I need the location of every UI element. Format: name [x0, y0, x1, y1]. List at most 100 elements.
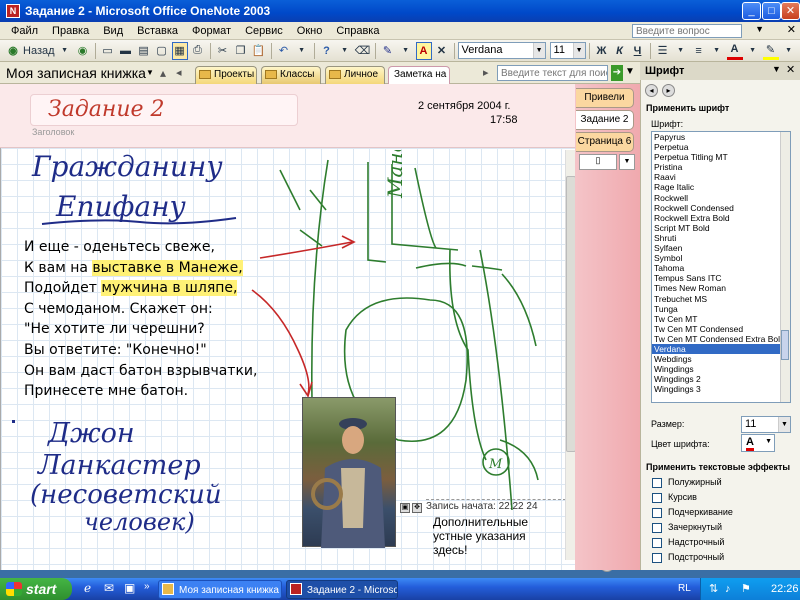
paste-icon[interactable]: 📋 — [251, 42, 267, 60]
notebook-dropdown-icon[interactable]: ▼ — [146, 68, 154, 77]
effect-checkbox[interactable] — [652, 493, 662, 503]
font-list-item[interactable]: Symbol — [652, 253, 790, 263]
options-dropdown-icon[interactable]: ▼ — [337, 42, 353, 60]
font-list-item[interactable]: Wingdings 3 — [652, 384, 790, 394]
section-tab-personal[interactable]: Личное — [325, 66, 385, 84]
effect-checkbox[interactable] — [652, 478, 662, 488]
font-list-item[interactable]: Tw Cen MT Condensed Extra Bold — [652, 334, 790, 344]
close-doc-icon[interactable]: ✕ — [787, 23, 796, 36]
font-list-scrollbar[interactable] — [780, 132, 790, 402]
note-handle-icon[interactable]: ▣ — [400, 503, 410, 513]
new-page-tab-icon[interactable]: ▯ — [579, 154, 617, 170]
page-tab-page6[interactable]: Страница 6 — [576, 132, 634, 152]
font-list-item[interactable]: Trebuchet MS — [652, 294, 790, 304]
full-page-icon[interactable]: ▢ — [154, 42, 170, 60]
forward-icon[interactable]: ◉ — [75, 42, 91, 60]
close-button[interactable]: ✕ — [781, 2, 800, 20]
page-tab-privedi[interactable]: Привели — [576, 88, 634, 108]
font-list-item[interactable]: Tw Cen MT — [652, 314, 790, 324]
font-list-item[interactable]: Tunga — [652, 304, 790, 314]
cut-icon[interactable]: ✂ — [215, 42, 231, 60]
volume-icon[interactable]: ♪ — [725, 578, 731, 600]
minimize-button[interactable]: _ — [742, 2, 761, 20]
font-list-item[interactable]: Wingdings — [652, 364, 790, 374]
task-pane-close-icon[interactable]: ✕ — [786, 63, 795, 76]
font-size-select[interactable]: 11 ▼ — [549, 42, 586, 59]
notebook-up-icon[interactable]: ▴ — [160, 66, 166, 80]
tabs-scroll-right-icon[interactable]: ▸ — [483, 66, 489, 79]
handwritten-sign-line[interactable]: Ланкастер — [38, 450, 201, 481]
font-list-item[interactable]: Rage Italic — [652, 182, 790, 192]
menu-file[interactable]: Файл — [4, 25, 45, 37]
network-icon[interactable]: ⇅ — [709, 578, 718, 600]
pen-dropdown-icon[interactable]: ▼ — [398, 42, 414, 60]
italic-button[interactable]: К — [612, 42, 628, 60]
help-search-input[interactable] — [632, 24, 742, 38]
undo-icon[interactable]: ↶ — [276, 42, 292, 60]
font-list-item[interactable]: Rockwell Extra Bold — [652, 213, 790, 223]
menu-window[interactable]: Окно — [290, 25, 330, 37]
menu-help[interactable]: Справка — [329, 25, 386, 37]
task-pane-menu-icon[interactable]: ▼ — [772, 64, 781, 74]
pen-icon[interactable]: ✎ — [380, 42, 396, 60]
font-list-item[interactable]: Script MT Bold — [652, 223, 790, 233]
font-list-item[interactable]: Pristina — [652, 162, 790, 172]
font-list-item[interactable]: Shruti — [652, 233, 790, 243]
maximize-button[interactable]: □ — [762, 2, 781, 20]
effect-checkbox[interactable] — [652, 538, 662, 548]
highlighter-icon[interactable]: A — [415, 41, 432, 60]
help-icon[interactable]: ? — [319, 42, 335, 60]
notebook-name[interactable]: Моя записная книжка — [6, 65, 146, 81]
bold-button[interactable]: Ж — [594, 42, 610, 60]
outlook-quicklaunch-icon[interactable]: ✉ — [104, 581, 114, 595]
font-list-item[interactable]: Webdings — [652, 354, 790, 364]
font-dropdown-icon[interactable]: ▼ — [532, 43, 545, 58]
font-list-item[interactable]: Papyrus — [652, 132, 790, 142]
new-page-dropdown-icon[interactable]: ▼ — [619, 154, 635, 170]
font-list-item[interactable]: Tahoma — [652, 263, 790, 273]
font-list-item[interactable]: Verdana — [652, 343, 790, 355]
underline-button[interactable]: Ч — [630, 42, 646, 60]
menu-format[interactable]: Формат — [185, 25, 238, 37]
menu-view[interactable]: Вид — [96, 25, 130, 37]
undo-dropdown-icon[interactable]: ▼ — [294, 42, 310, 60]
font-list-item[interactable]: Tw Cen MT Condensed — [652, 324, 790, 334]
search-go-icon[interactable]: ➔ — [611, 65, 623, 81]
menu-tools[interactable]: Сервис — [238, 25, 290, 37]
bullets-icon[interactable]: ☰ — [655, 42, 671, 60]
back-arrow-icon[interactable]: ◉ — [5, 42, 21, 60]
taskbar-item-notebook[interactable]: Моя записная книжка — [158, 580, 282, 599]
font-color-picker[interactable]: A ▼ — [741, 434, 775, 452]
print-icon[interactable]: ⎙ — [190, 42, 206, 60]
page-title[interactable]: Задание 2 — [48, 97, 165, 122]
pane-size-select[interactable]: 11 ▼ — [741, 416, 791, 433]
handwritten-sign-line[interactable]: человек) — [84, 508, 195, 536]
quicklaunch-more-icon[interactable]: » — [144, 581, 150, 592]
numbering-dropdown-icon[interactable]: ▼ — [709, 42, 725, 60]
font-list-item[interactable]: Raavi — [652, 172, 790, 182]
security-icon[interactable]: ⚑ — [741, 578, 751, 600]
back-button[interactable]: Назад — [23, 42, 55, 60]
effect-checkbox[interactable] — [652, 508, 662, 518]
font-list-item[interactable]: Sylfaen — [652, 243, 790, 253]
eraser-icon[interactable]: ⌫ — [355, 42, 371, 60]
pane-forward-icon[interactable]: ▸ — [662, 84, 675, 97]
font-name-select[interactable]: Verdana ▼ — [457, 42, 546, 59]
copy-icon[interactable]: ❐ — [233, 42, 249, 60]
effect-checkbox[interactable] — [652, 553, 662, 563]
handwritten-sign-line[interactable]: (несоветский — [30, 480, 222, 510]
menu-edit[interactable]: Правка — [45, 25, 96, 37]
section-tab-active-note[interactable]: Заметка на п — [388, 66, 450, 96]
pane-back-icon[interactable]: ◂ — [645, 84, 658, 97]
font-list-item[interactable]: Wingdings 2 — [652, 374, 790, 384]
new-subpage-icon[interactable]: ▬ — [118, 42, 134, 60]
font-list-item[interactable]: Rockwell Condensed — [652, 203, 790, 213]
pane-size-dropdown-icon[interactable]: ▼ — [778, 417, 790, 432]
person-photo[interactable] — [302, 397, 396, 548]
handwritten-sign-line[interactable]: Джон — [48, 418, 135, 449]
color-picker-dropdown-icon[interactable]: ▼ — [765, 435, 772, 449]
text-highlight-icon[interactable]: ✎ — [762, 42, 779, 60]
page-view-icon[interactable]: ▤ — [136, 42, 152, 60]
taskbar-item-onenote[interactable]: Задание 2 - Microsof... — [286, 580, 398, 599]
rule-lines-icon[interactable]: ▦ — [171, 41, 188, 60]
